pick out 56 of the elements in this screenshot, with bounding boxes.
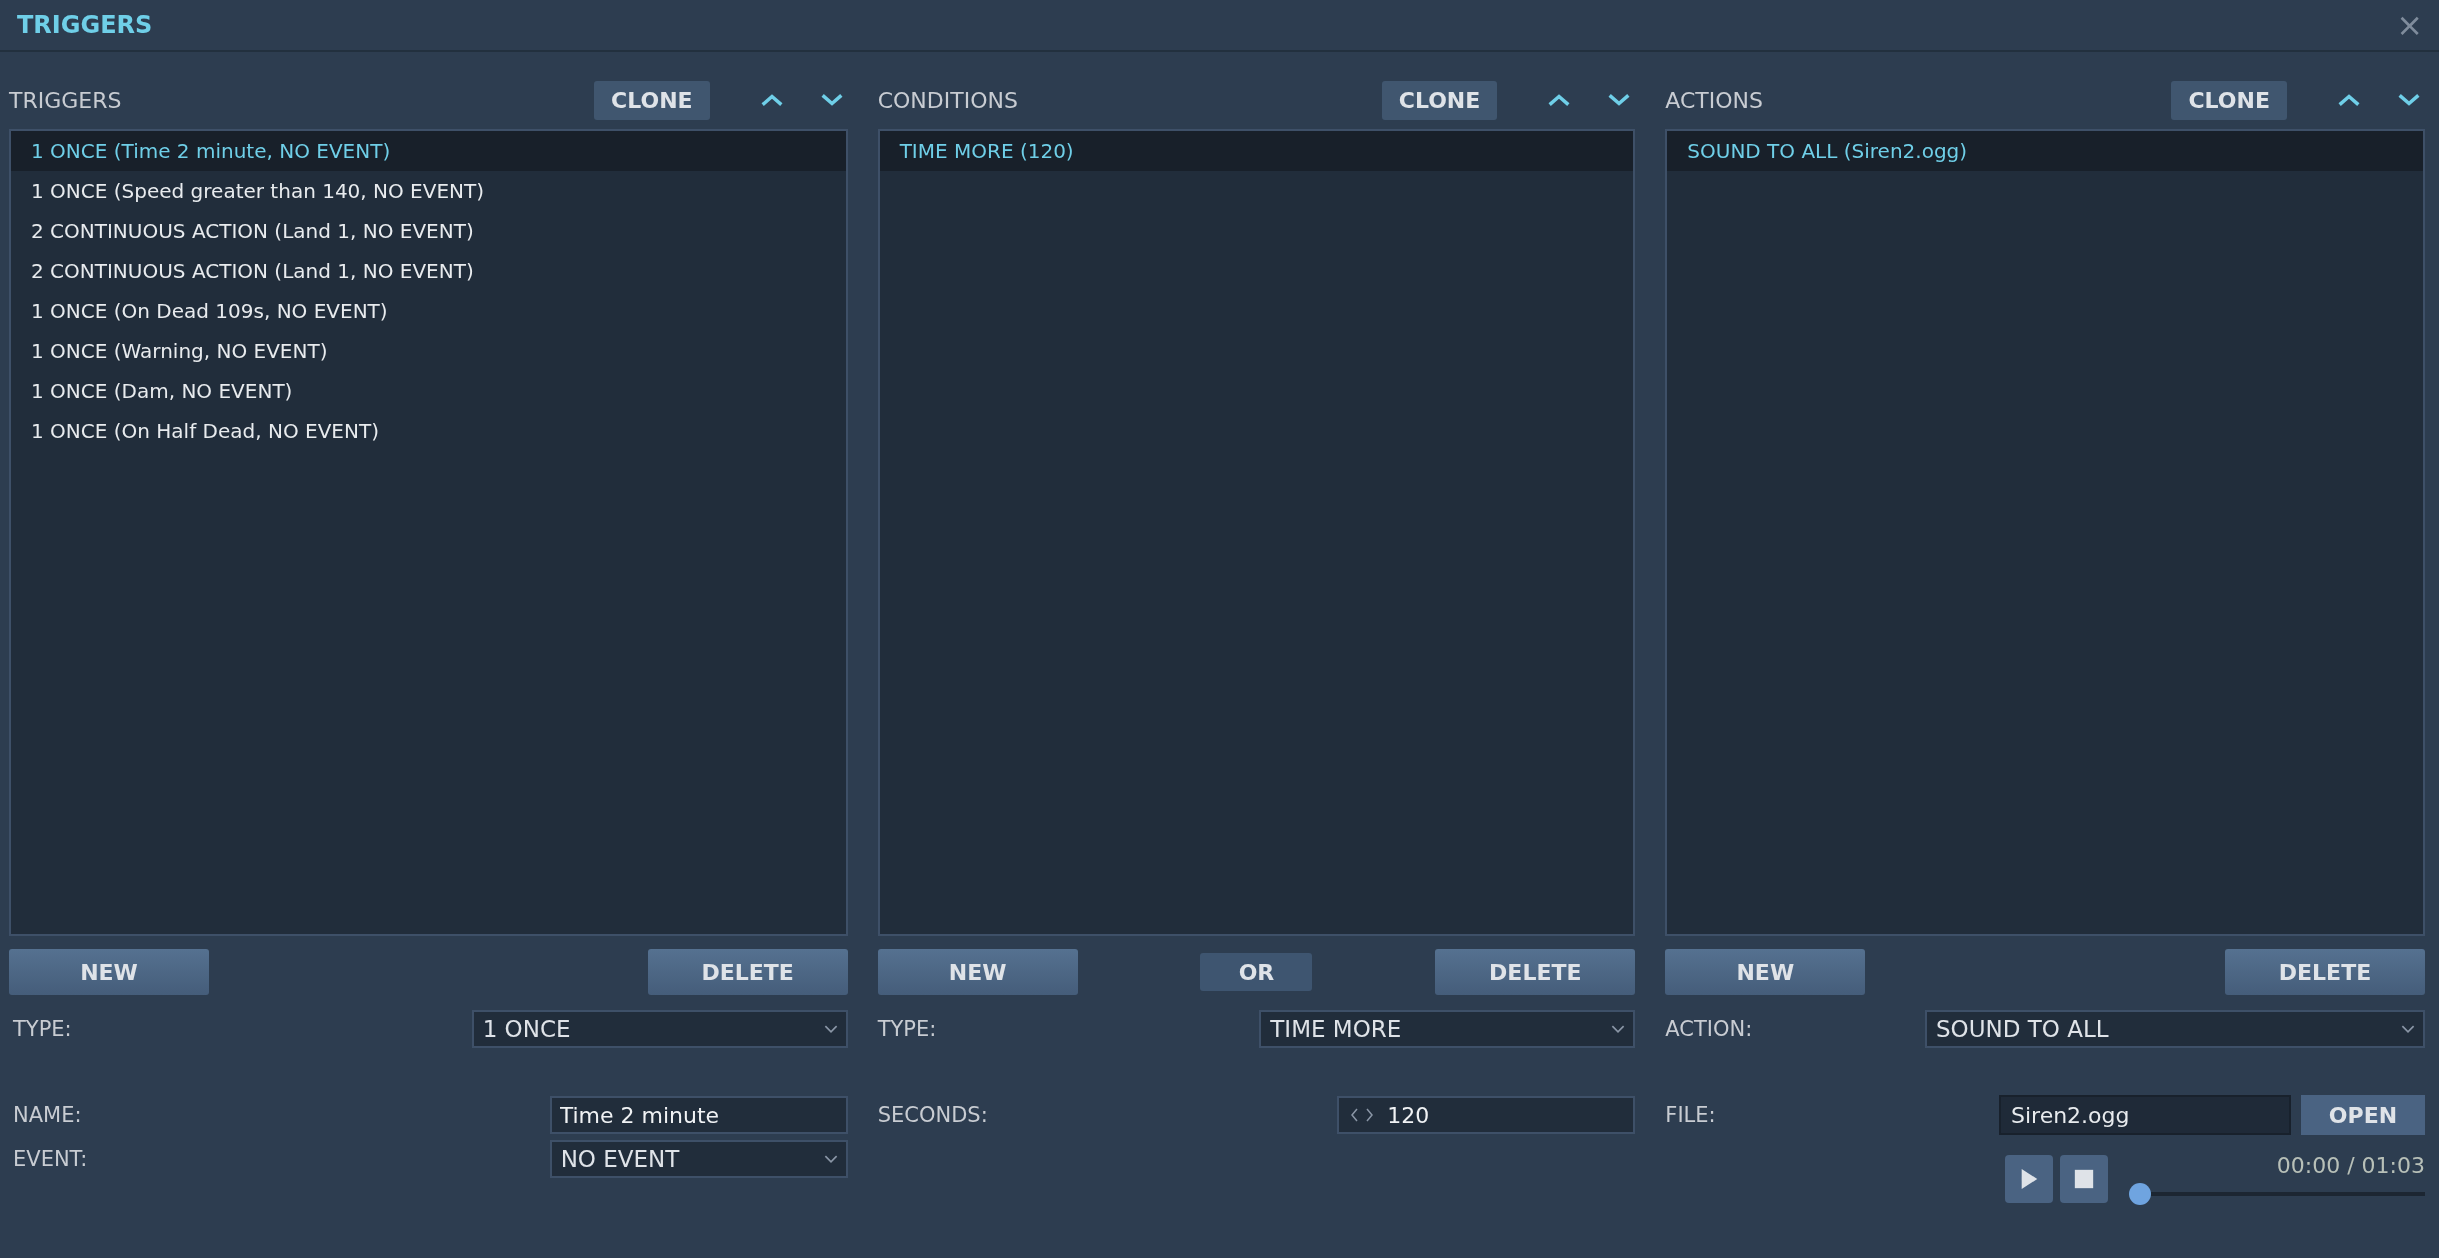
action-button[interactable]: NEW [1665,949,1866,995]
open-button[interactable]: OPEN [2301,1095,2425,1135]
stop-icon [2074,1168,2094,1190]
caret-icon [1611,1024,1626,1034]
chevron-up-icon [2337,93,2361,107]
panel-title: CONDITIONS [877,87,1019,113]
action-button[interactable]: NEW [877,949,1078,995]
list-item[interactable]: 1 ONCE (Speed greater than 140, NO EVENT) [11,171,846,211]
panel-title: ACTIONS [1665,87,1764,113]
clone-button[interactable]: CLONE [2171,80,2287,120]
panel-title: TRIGGERS [9,87,123,113]
action-button[interactable]: OR [1200,953,1313,991]
field-label: TYPE: [877,1017,937,1041]
field-label: FILE: [1665,1103,1717,1127]
window-title: TRIGGERS [17,11,153,39]
list-item[interactable]: SOUND TO ALL (Siren2.ogg) [1667,131,2423,171]
action-button[interactable]: DELETE [2225,949,2425,995]
time-readout: 00:00 / 01:03 [2276,1153,2425,1180]
field-label: ACTION: [1665,1017,1753,1041]
action-button[interactable]: NEW [9,949,209,995]
field-label: SECONDS: [877,1103,988,1127]
list-item[interactable]: 1 ONCE (Warning, NO EVENT) [11,331,846,371]
dropdown[interactable]: 1 ONCE [471,1010,848,1048]
list-item[interactable]: 2 CONTINUOUS ACTION (Land 1, NO EVENT) [11,211,846,251]
caret-icon [2401,1024,2415,1034]
chevron-down-icon [2397,93,2421,107]
arrows-icon [1349,1108,1376,1122]
input-field[interactable]: Siren2.ogg [1999,1095,2291,1135]
stop-button[interactable] [2060,1155,2108,1203]
list-item[interactable]: 1 ONCE (On Half Dead, NO EVENT) [11,411,846,451]
chevron-down-icon [1607,93,1632,107]
chevron-up-icon [759,93,784,107]
field-label: TYPE: [12,1017,72,1041]
list-item[interactable]: 2 CONTINUOUS ACTION (Land 1, NO EVENT) [11,251,846,291]
clone-button[interactable]: CLONE [594,80,710,120]
list-item[interactable]: TIME MORE (120) [879,131,1634,171]
field-label: NAME: [12,1103,82,1127]
caret-icon [823,1154,838,1164]
dropdown[interactable]: TIME MORE [1259,1010,1636,1048]
field-label: EVENT: [12,1147,88,1171]
chevron-up-icon [1547,93,1572,107]
caret-icon [823,1024,838,1034]
play-button[interactable] [2005,1155,2053,1203]
dropdown[interactable]: SOUND TO ALL [1925,1010,2425,1048]
list-item[interactable]: 1 ONCE (Time 2 minute, NO EVENT) [11,131,846,171]
slider-thumb[interactable] [2129,1183,2151,1205]
number-field[interactable]: 120 [1337,1096,1636,1134]
list-item[interactable]: 1 ONCE (Dam, NO EVENT) [11,371,846,411]
action-button[interactable]: DELETE [1435,949,1636,995]
clone-button[interactable]: CLONE [1381,80,1498,120]
action-button[interactable]: DELETE [647,949,848,995]
input-field[interactable]: Time 2 minute [549,1096,848,1134]
list-item[interactable]: 1 ONCE (On Dead 109s, NO EVENT) [11,291,846,331]
play-icon [2019,1168,2039,1190]
chevron-down-icon [819,93,844,107]
dropdown[interactable]: NO EVENT [549,1140,848,1178]
